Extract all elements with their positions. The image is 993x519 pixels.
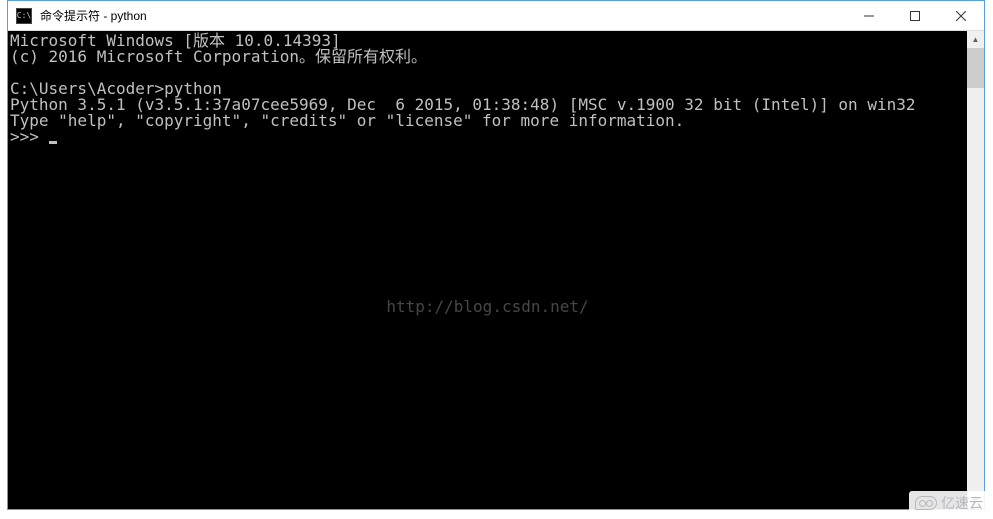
output-line: Type "help", "copyright", "credits" or "… — [10, 111, 684, 130]
output-line: (c) 2016 Microsoft Corporation。保留所有权利。 — [10, 47, 427, 66]
repl-prompt: >>> — [10, 127, 49, 146]
window-title: 命令提示符 - python — [40, 7, 147, 24]
watermark-text: 亿速云 — [941, 493, 983, 513]
close-button[interactable] — [938, 1, 984, 31]
cloud-icon — [915, 496, 937, 510]
vertical-scrollbar[interactable]: ▲ ▼ — [967, 31, 984, 509]
cursor — [49, 141, 57, 144]
scroll-thumb[interactable] — [967, 48, 984, 88]
titlebar[interactable]: C:\ 命令提示符 - python — [8, 1, 984, 31]
terminal-container: Microsoft Windows [版本 10.0.14393] (c) 20… — [8, 31, 984, 509]
minimize-button[interactable] — [846, 1, 892, 31]
app-icon: C:\ — [16, 8, 32, 24]
maximize-button[interactable] — [892, 1, 938, 31]
watermark-corner: 亿速云 — [909, 491, 989, 515]
command-prompt-window: C:\ 命令提示符 - python Microsoft Windows [版本… — [7, 0, 985, 510]
watermark-center: http://blog.csdn.net/ — [386, 299, 588, 315]
scroll-up-button[interactable]: ▲ — [967, 31, 984, 48]
terminal-output[interactable]: Microsoft Windows [版本 10.0.14393] (c) 20… — [8, 31, 967, 509]
